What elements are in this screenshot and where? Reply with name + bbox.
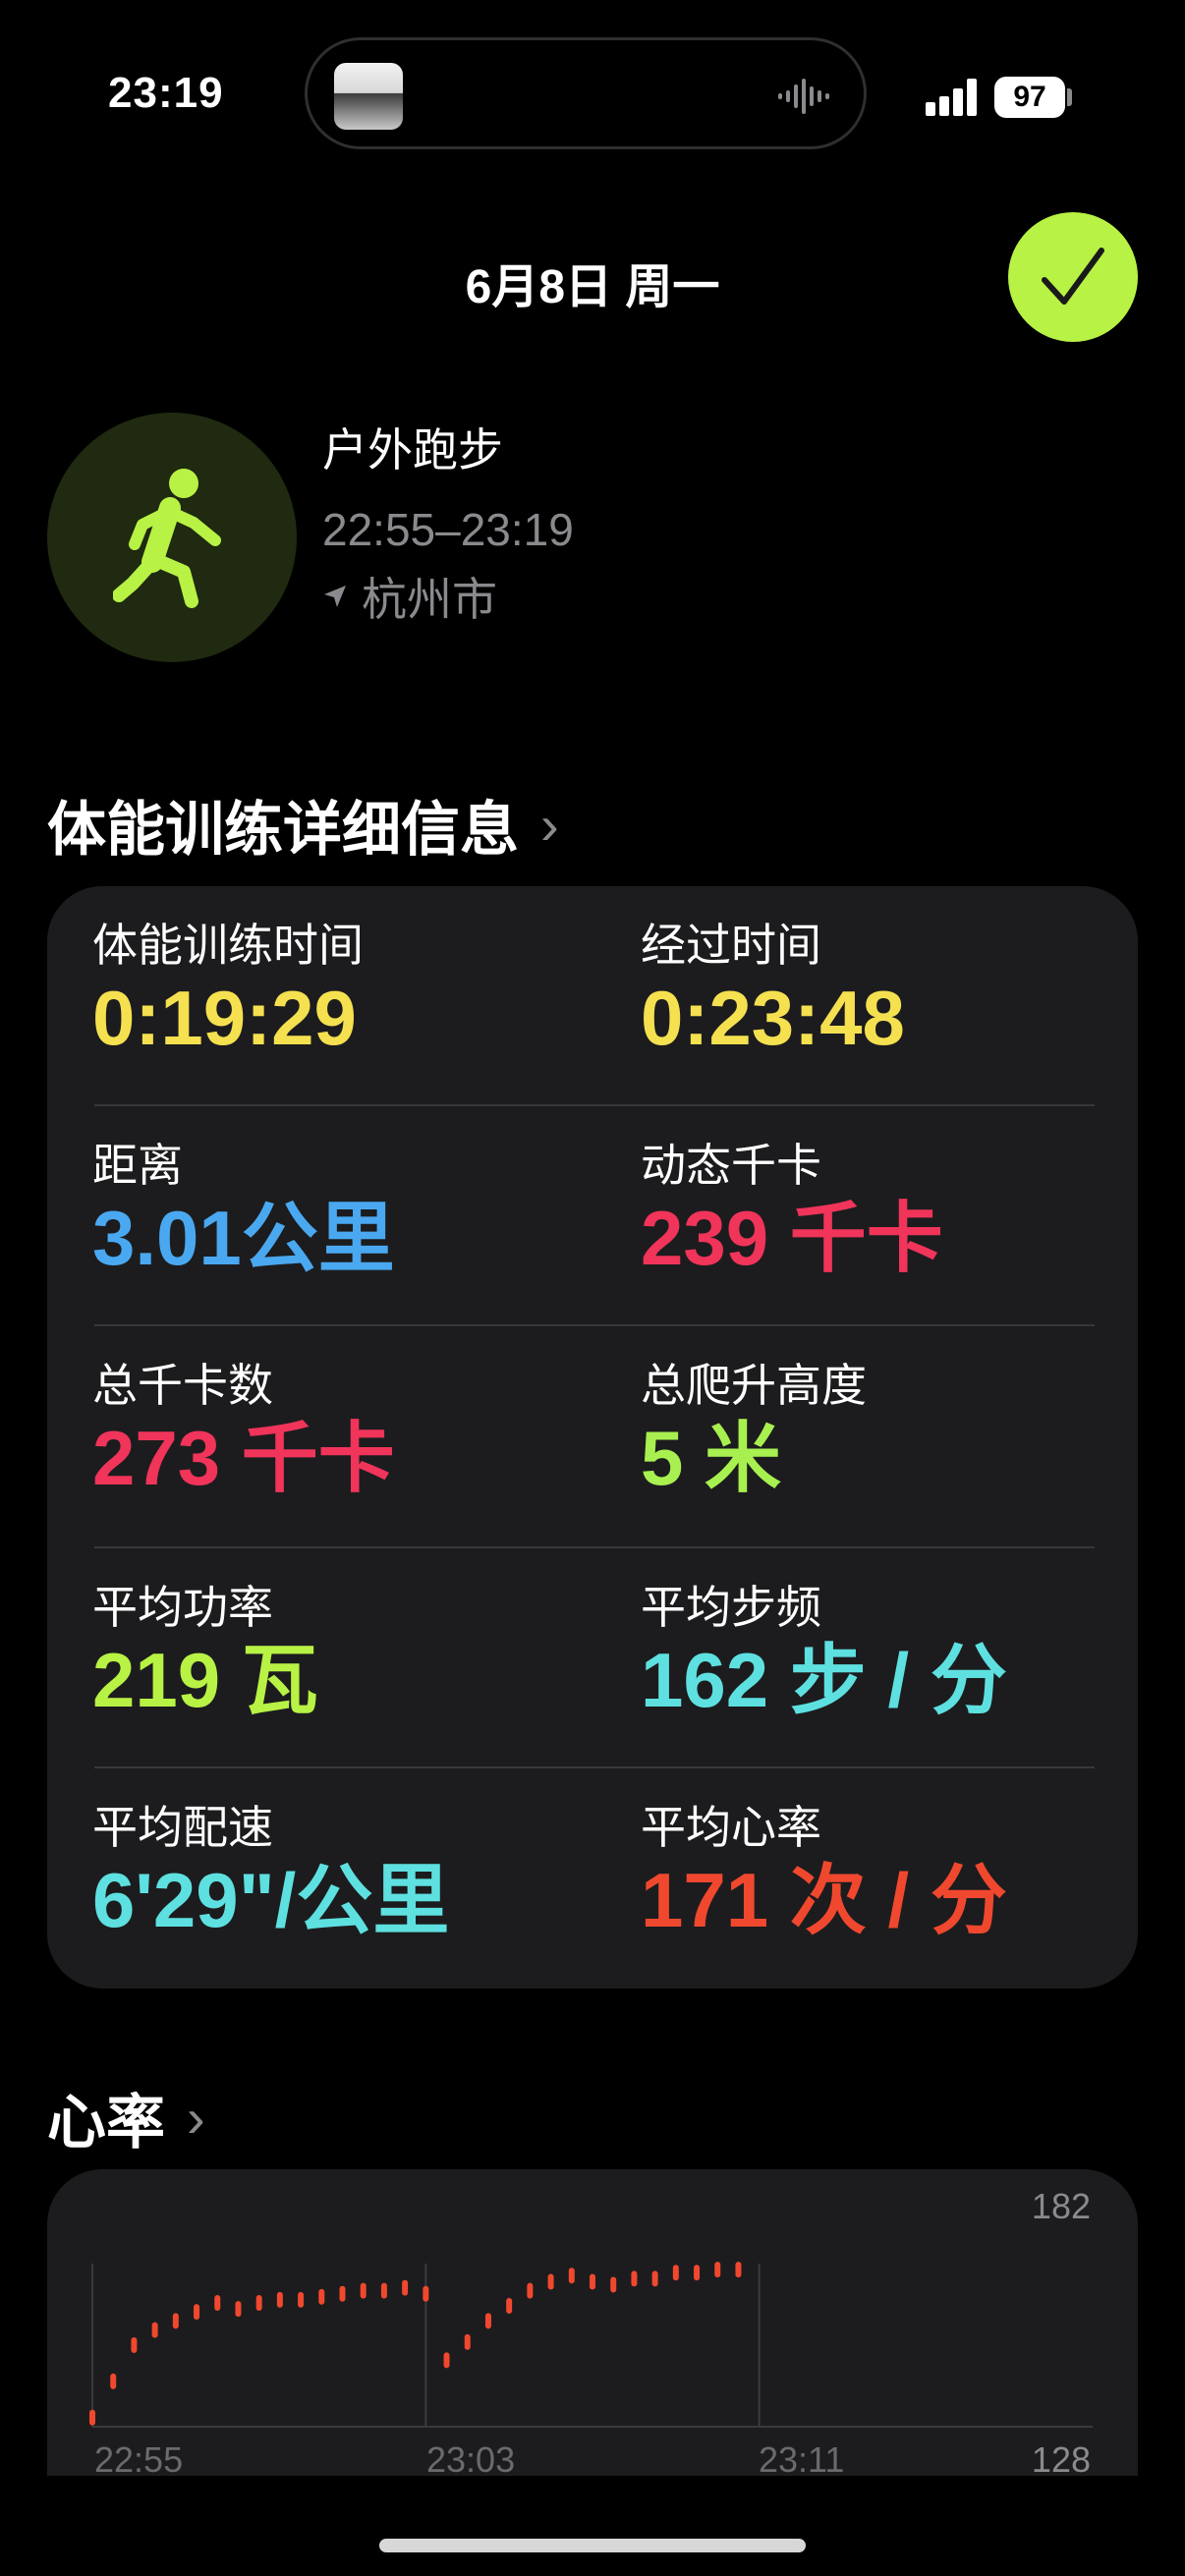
location-name: 杭州市 [362,574,497,625]
workout-details-card: 体能训练时间 0:19:29 经过时间 0:23:48 距离 3.01公里 动态… [47,886,1138,1988]
heart-rate-point [464,2333,471,2350]
metric-label: 平均步频 [641,1582,821,1633]
chevron-right-icon: › [187,2087,205,2149]
metric-value: 219 瓦 [92,1637,318,1723]
metric-value: 0:23:48 [641,975,905,1061]
heart-rate-chart-card[interactable]: 182 128 22:55 23:03 23:11 [47,2169,1138,2493]
row-divider [94,1546,1095,1548]
x-axis-label: 22:55 [94,2439,183,2480]
heart-rate-point [402,2279,409,2296]
heart-rate-point [484,2313,491,2329]
heart-rate-point [214,2294,221,2311]
home-indicator[interactable] [379,2539,806,2552]
metric-label: 经过时间 [641,920,821,971]
metric-avg-cadence: 平均步频 162 步 / 分 [641,1580,1152,1725]
metric-label: 总爬升高度 [641,1360,867,1411]
row-divider [94,1104,1095,1106]
y-axis-max-label: 182 [1032,2186,1091,2226]
metric-label: 平均配速 [92,1802,273,1853]
heart-rate-point [298,2291,305,2308]
details-title: 体能训练详细信息 [47,797,519,863]
heart-rate-point [276,2291,283,2308]
x-axis-label: 23:03 [426,2439,515,2480]
heart-rate-point [590,2273,595,2290]
outdoor-run-icon [47,413,297,662]
metric-total-calories: 总千卡数 273 千卡 [92,1358,603,1503]
heart-rate-point [506,2298,513,2315]
heart-rate-point [694,2265,701,2281]
heart-rate-point [714,2262,721,2278]
heart-rate-point [172,2313,179,2329]
heart-rate-point [380,2282,387,2299]
chevron-right-icon: › [540,794,559,856]
heart-rate-point [360,2282,367,2299]
heart-rate-point [151,2322,158,2338]
heart-rate-point [339,2285,346,2302]
heart-rate-point [194,2304,200,2321]
heart-rate-point [423,2285,429,2302]
metric-elapsed-time: 经过时间 0:23:48 [641,918,1152,1063]
metric-value: 5 米 [641,1415,782,1501]
now-playing-artwork[interactable] [334,63,403,130]
heart-rate-title: 心率 [47,2090,165,2156]
metric-label: 距离 [92,1140,183,1191]
heart-rate-point [131,2337,138,2353]
metric-label: 平均心率 [641,1802,821,1853]
heart-rate-point [89,2409,95,2426]
metric-avg-pace: 平均配速 6'29"/公里 [92,1800,603,1945]
battery-indicator: 97 [994,77,1065,118]
checkmark-icon [1042,248,1104,305]
heart-rate-point [527,2282,534,2299]
metric-label: 动态千卡 [641,1140,821,1191]
heart-rate-point [318,2288,325,2305]
heart-rate-point [443,2352,450,2369]
heart-rate-point [735,2262,742,2278]
location-arrow-icon [324,586,346,607]
heart-rate-point [651,2270,658,2287]
metric-value: 239 千卡 [641,1195,943,1281]
row-divider [94,1766,1095,1768]
workout-time-range: 22:55–23:19 [322,504,574,555]
metric-value: 162 步 / 分 [641,1637,1007,1723]
workout-type: 户外跑步 [322,424,503,476]
metric-avg-heart-rate: 平均心率 171 次 / 分 [641,1800,1152,1945]
heart-rate-point [110,2373,117,2389]
heart-rate-point [631,2270,638,2287]
heart-rate-point [610,2276,617,2293]
heart-rate-chart: 182 128 22:55 23:03 23:11 [89,2186,1093,2480]
done-button[interactable] [1008,212,1138,342]
metric-label: 总千卡数 [92,1360,273,1411]
metric-avg-power: 平均功率 219 瓦 [92,1580,603,1725]
heart-rate-point [672,2265,679,2281]
battery-cap [1067,88,1072,106]
status-time: 23:19 [108,69,224,117]
heart-rate-point [235,2301,242,2318]
y-axis-min-label: 128 [1032,2439,1091,2480]
metric-active-calories: 动态千卡 239 千卡 [641,1138,1152,1283]
heart-rate-point [255,2294,262,2311]
metric-workout-time: 体能训练时间 0:19:29 [92,918,603,1063]
metric-label: 平均功率 [92,1582,273,1633]
metric-label: 体能训练时间 [92,920,364,971]
workout-location: 杭州市 [322,564,497,629]
metric-distance: 距离 3.01公里 [92,1138,603,1283]
heart-rate-point [568,2268,575,2284]
runner-figure-icon [113,469,221,608]
page-title: 6月8日 周一 [465,261,720,313]
metric-value: 273 千卡 [92,1415,395,1501]
cellular-signal-icon [926,79,977,116]
audio-waveform-icon [778,79,829,114]
details-header[interactable]: 体能训练详细信息 › [47,782,559,868]
heart-rate-header[interactable]: 心率 › [47,2075,205,2160]
heart-rate-point [547,2273,554,2290]
metric-value: 171 次 / 分 [641,1857,1007,1943]
row-divider [94,1324,1095,1326]
metric-elevation-gain: 总爬升高度 5 米 [641,1358,1152,1503]
metric-value: 0:19:29 [92,975,357,1061]
bottom-safe-area [0,2476,1185,2576]
metric-value: 3.01公里 [92,1195,395,1281]
metric-value: 6'29"/公里 [92,1857,450,1943]
x-axis-label: 23:11 [759,2439,844,2480]
